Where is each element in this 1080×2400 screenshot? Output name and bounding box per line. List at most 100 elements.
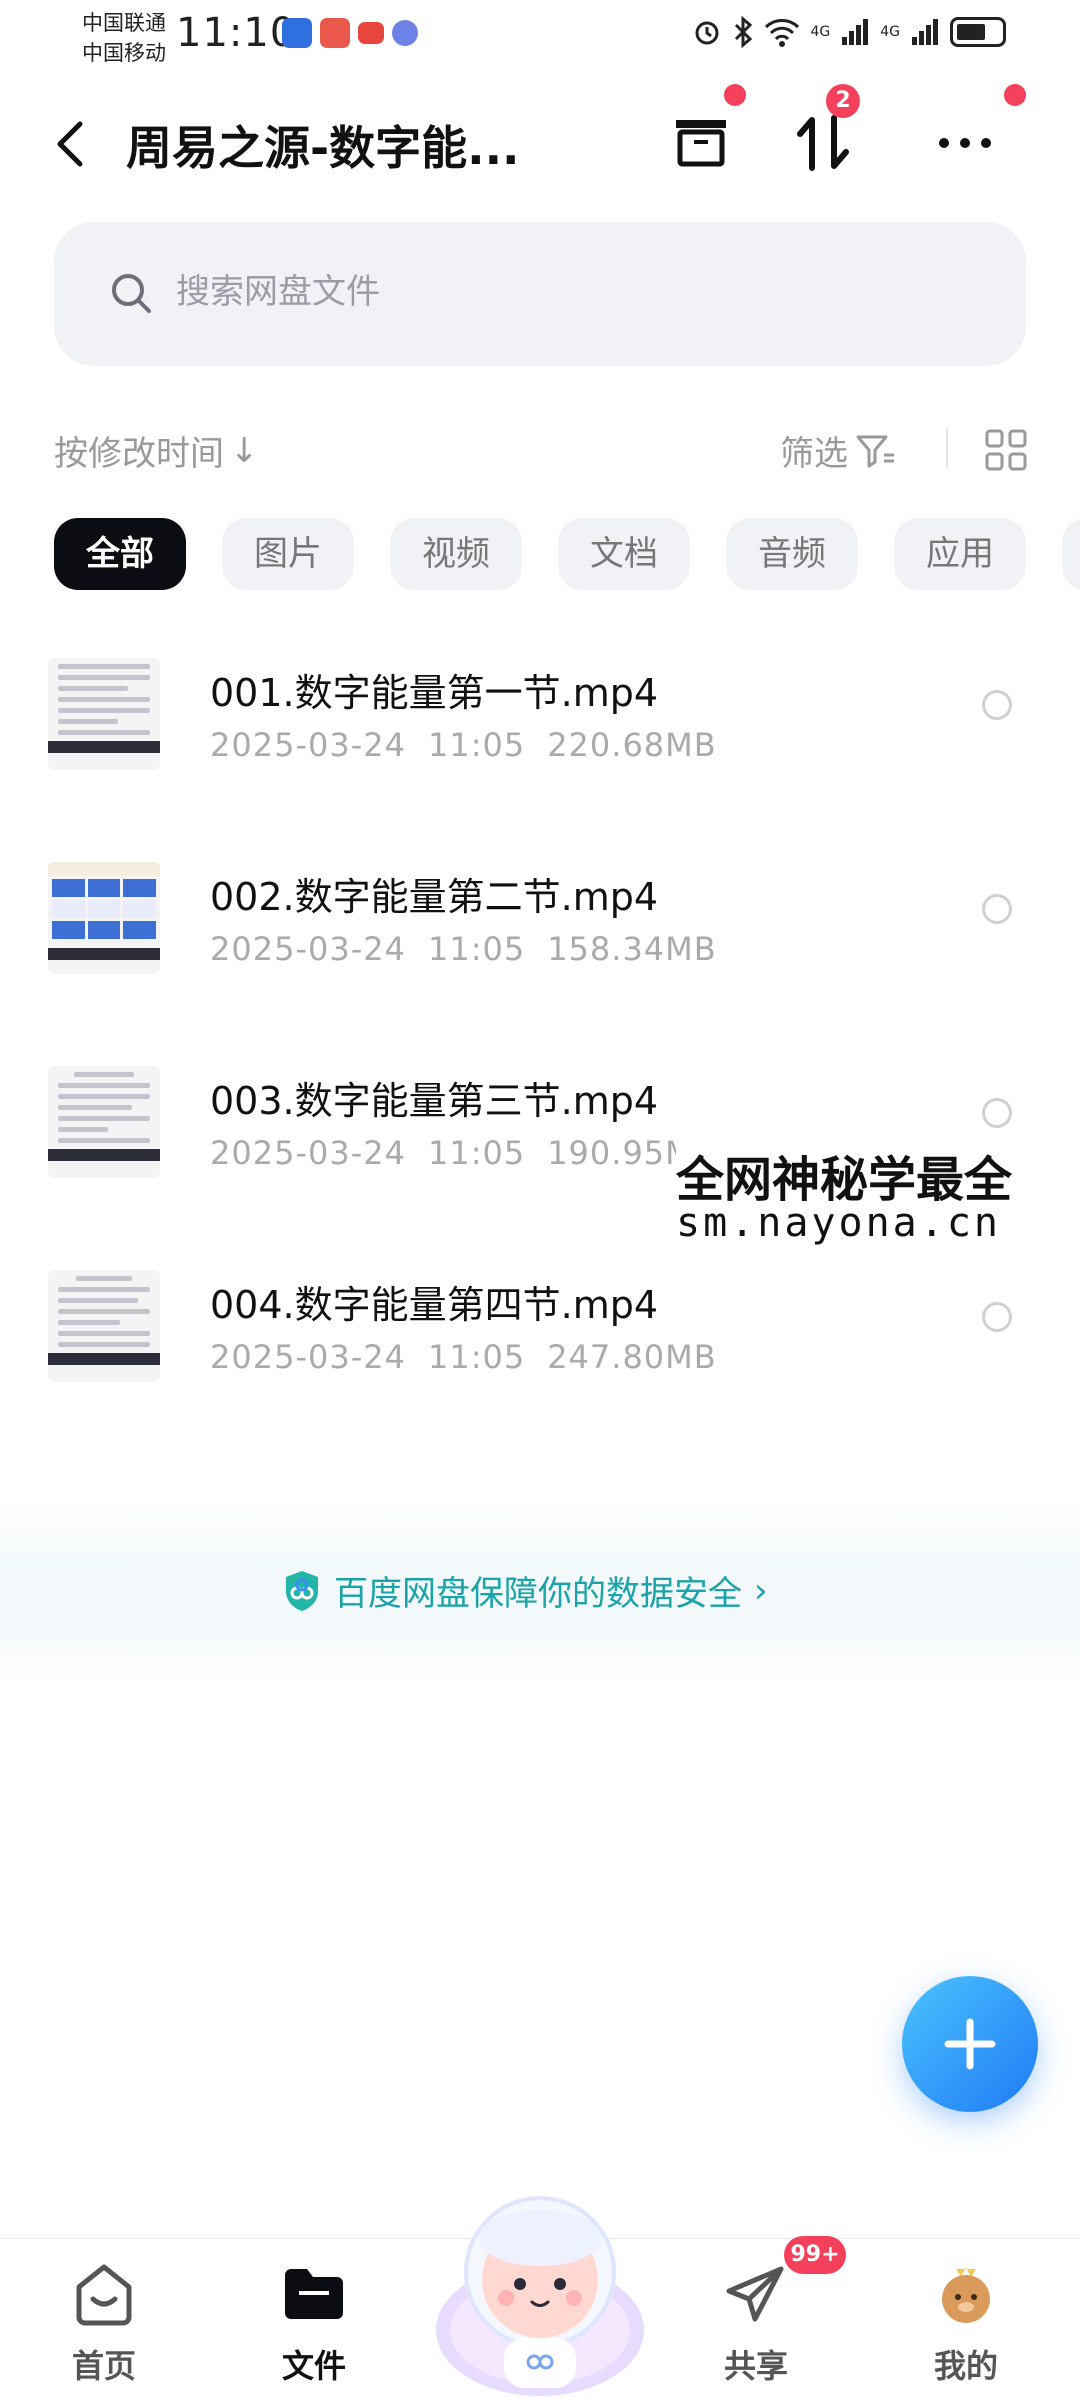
file-name: 003.数字能量第三节.mp4 — [210, 1079, 659, 1123]
file-time: 11:05 — [427, 1134, 526, 1172]
chip-audio[interactable]: 音频 — [726, 518, 858, 590]
carrier-1: 中国联通 — [82, 11, 166, 35]
chevron-right-icon: › — [754, 1570, 768, 1611]
mascot-assistant-icon[interactable] — [432, 2180, 648, 2400]
book-notification-icon — [358, 22, 384, 44]
alarm-icon — [695, 21, 719, 45]
home-icon — [76, 2264, 132, 2326]
nav-files-label: 文件 — [281, 2347, 346, 2385]
folder-icon — [285, 2269, 343, 2319]
video-thumbnail — [48, 1270, 160, 1382]
notification-icons — [282, 18, 418, 48]
file-meta: 2025-03-24 11:05 158.34MB — [210, 930, 739, 968]
list-item[interactable]: 002.数字能量第二节.mp4 2025-03-24 11:05 158.34MB — [0, 844, 1080, 1004]
select-radio[interactable] — [982, 1098, 1012, 1128]
add-button[interactable] — [902, 1976, 1038, 2112]
nav-home[interactable]: 首页 — [44, 2259, 164, 2387]
select-radio[interactable] — [982, 1302, 1012, 1332]
status-time: 11:10 — [176, 10, 297, 56]
back-arrow-icon[interactable] — [50, 118, 90, 170]
app-notification-icon — [320, 18, 350, 48]
search-bar[interactable] — [54, 222, 1026, 366]
file-meta: 2025-03-24 11:05 247.80MB — [210, 1338, 739, 1376]
filter-button[interactable]: 筛选 — [780, 426, 896, 475]
security-text: 百度网盘保障你的数据安全 — [334, 1574, 742, 1614]
watermark-overlay: 全网神秘学最全 sm.nayona.cn — [676, 1136, 1080, 1254]
carrier-labels: 中国联通 中国移动 — [82, 8, 166, 68]
file-date: 2025-03-24 — [210, 726, 406, 764]
carrier-2: 中国移动 — [82, 41, 166, 65]
filter-label: 筛选 — [780, 434, 848, 474]
list-item[interactable]: 001.数字能量第一节.mp4 2025-03-24 11:05 220.68MB — [0, 640, 1080, 800]
music-notification-icon — [392, 20, 418, 46]
nav-share-label: 共享 — [723, 2347, 788, 2385]
send-icon — [726, 2266, 784, 2322]
more-red-dot — [1004, 84, 1026, 106]
chip-all[interactable]: 全部 — [54, 518, 186, 590]
plus-icon — [944, 2018, 996, 2070]
transfer-icon[interactable] — [790, 110, 856, 176]
file-size: 247.80MB — [547, 1338, 717, 1376]
file-size: 190.95M — [547, 1134, 694, 1172]
chip-videos[interactable]: 视频 — [390, 518, 522, 590]
file-name: 002.数字能量第二节.mp4 — [210, 875, 659, 919]
bluetooth-icon — [735, 16, 753, 48]
video-thumbnail — [48, 862, 160, 974]
signal-icon — [842, 19, 869, 45]
select-radio[interactable] — [982, 690, 1012, 720]
transfer-badge: 2 — [826, 84, 860, 118]
sort-label: 按修改时间 — [54, 434, 224, 474]
nav-mine[interactable]: 我的 — [906, 2259, 1026, 2387]
file-name: 004.数字能量第四节.mp4 — [210, 1283, 659, 1327]
nav-files[interactable]: 文件 — [254, 2259, 374, 2387]
file-date: 2025-03-24 — [210, 930, 406, 968]
file-date: 2025-03-24 — [210, 1134, 406, 1172]
select-radio[interactable] — [982, 894, 1012, 924]
file-size: 158.34MB — [547, 930, 717, 968]
nav-share[interactable]: 共享 — [696, 2259, 816, 2387]
security-banner[interactable]: 百度网盘保障你的数据安全 › — [0, 1500, 1080, 1680]
nav-mine-label: 我的 — [933, 2347, 998, 2385]
file-time: 11:05 — [427, 930, 526, 968]
status-bar: 中国联通 中国移动 11:10 4G 4G — [0, 0, 1080, 76]
archive-red-dot — [724, 84, 746, 106]
share-badge: 99+ — [784, 2236, 846, 2274]
avatar — [942, 2267, 990, 2323]
sort-arrow-icon: ↓ — [230, 430, 259, 471]
more-icon[interactable] — [932, 110, 998, 176]
grid-view-icon[interactable] — [984, 428, 1028, 472]
video-thumbnail — [48, 658, 160, 770]
chip-images[interactable]: 图片 — [222, 518, 354, 590]
chip-overflow[interactable] — [1062, 518, 1080, 590]
toolbar-divider — [946, 428, 948, 468]
file-meta: 2025-03-24 11:05 190.95M — [210, 1134, 716, 1172]
file-name: 001.数字能量第一节.mp4 — [210, 671, 659, 715]
search-input[interactable] — [176, 272, 876, 312]
video-thumbnail — [48, 1066, 160, 1178]
search-icon — [112, 274, 151, 313]
list-item[interactable]: 004.数字能量第四节.mp4 2025-03-24 11:05 247.80MB — [0, 1252, 1080, 1412]
file-time: 11:05 — [427, 1338, 526, 1376]
page-title: 周易之源-数字能... — [126, 121, 520, 175]
file-meta: 2025-03-24 11:05 220.68MB — [210, 726, 739, 764]
file-date: 2025-03-24 — [210, 1338, 406, 1376]
signal-1-label: 4G — [810, 24, 831, 40]
file-time: 11:05 — [427, 726, 526, 764]
signal-2-label: 4G — [880, 24, 900, 40]
filter-icon — [856, 435, 894, 467]
security-banner-content: 百度网盘保障你的数据安全 › — [282, 1566, 768, 1615]
sort-toggle[interactable]: 按修改时间 ↓ — [54, 426, 259, 475]
signal-icon — [912, 19, 938, 45]
battery-icon — [950, 17, 1006, 47]
shield-icon — [286, 1570, 318, 1611]
chip-apps[interactable]: 应用 — [894, 518, 1026, 590]
status-right-icons: 4G 4G — [692, 16, 1006, 48]
wifi-icon — [765, 19, 800, 47]
watermark-line-2: sm.nayona.cn — [676, 1200, 1001, 1246]
category-chips: 全部 图片 视频 文档 音频 应用 — [54, 518, 1026, 590]
chip-documents[interactable]: 文档 — [558, 518, 690, 590]
file-size: 220.68MB — [547, 726, 717, 764]
app-notification-icon — [282, 18, 312, 48]
nav-home-label: 首页 — [71, 2347, 136, 2385]
archive-icon[interactable] — [668, 110, 734, 176]
